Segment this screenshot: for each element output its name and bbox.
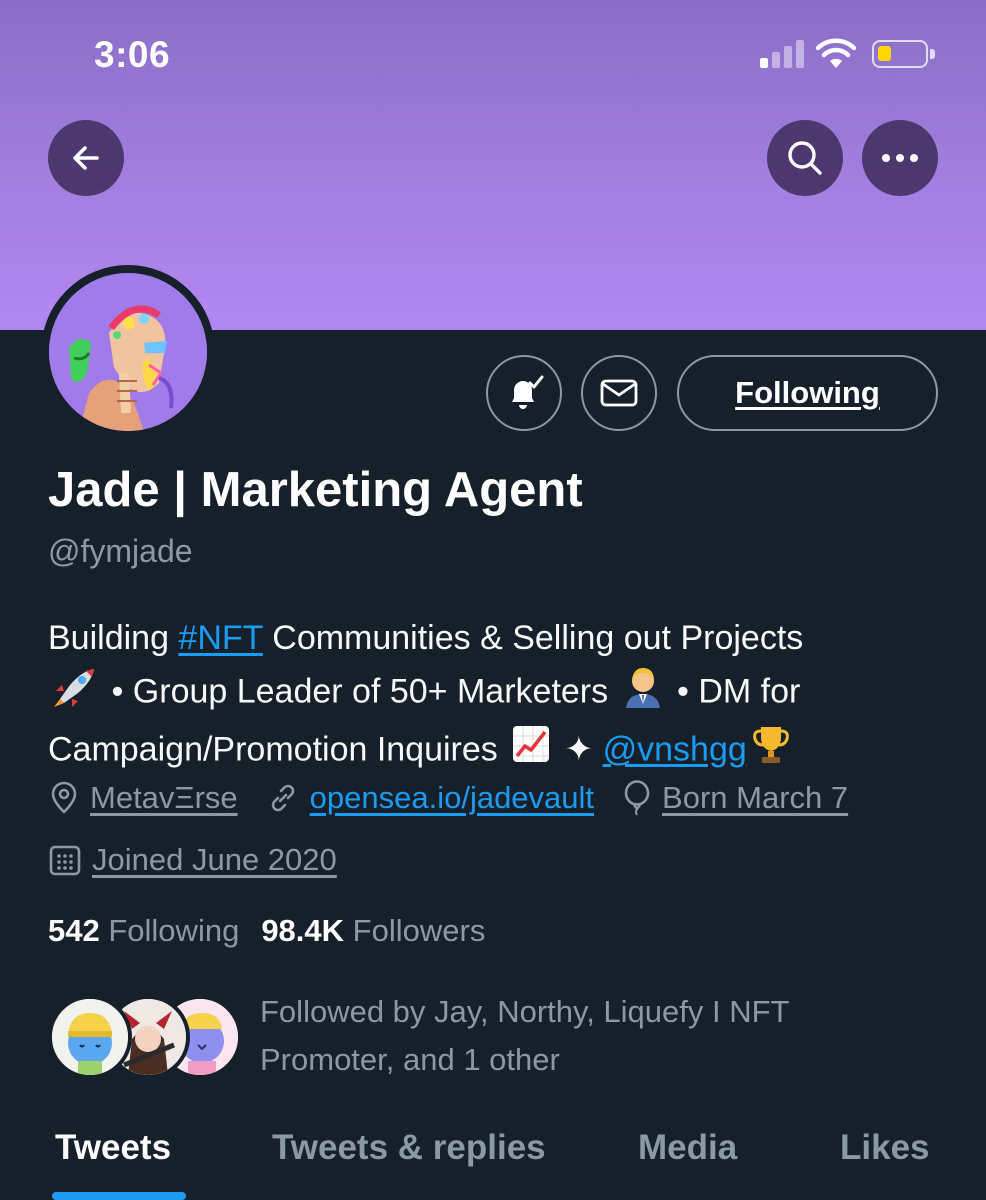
following-count-link[interactable]: 542 Following — [48, 913, 239, 948]
wifi-icon — [815, 38, 857, 68]
balloon-icon — [624, 780, 650, 816]
followed-by-avatars[interactable] — [48, 995, 242, 1079]
rocket-emoji-icon — [52, 665, 98, 722]
birthday-item: Born March 7 — [622, 780, 848, 816]
more-button[interactable] — [862, 120, 938, 196]
link-icon — [271, 784, 294, 812]
search-button[interactable] — [767, 120, 843, 196]
birthday-text: Born March 7 — [662, 780, 849, 815]
more-horizontal-icon — [882, 154, 918, 162]
profile-meta-row: Joined June 2020 — [48, 842, 365, 878]
follower-avatar — [48, 995, 132, 1079]
following-count: 542 — [48, 913, 100, 948]
following-button[interactable]: Following — [677, 355, 938, 431]
tab-likes[interactable]: Likes — [840, 1128, 930, 1168]
office-worker-emoji-icon — [622, 664, 664, 723]
followed-by-text[interactable]: Followed by Jay, Northy, Liquefy I NFT P… — [260, 988, 880, 1084]
cellular-signal-icon — [760, 40, 804, 68]
bio-text: Communities & Selling out Projects — [262, 619, 804, 657]
trophy-emoji-icon — [751, 723, 791, 780]
calendar-icon — [49, 845, 81, 876]
followers-count-link[interactable]: 98.4K Followers — [261, 913, 485, 948]
website-item[interactable]: opensea.io/jadevault — [266, 780, 594, 816]
bio-text: ✦ — [555, 730, 603, 769]
status-time: 3:06 — [94, 34, 171, 75]
profile-bio: Building #NFT Communities & Selling out … — [48, 612, 948, 780]
message-button[interactable] — [581, 355, 657, 431]
profile-handle: @fymjade — [48, 533, 193, 569]
bell-check-icon — [512, 375, 544, 409]
arrow-left-icon — [73, 146, 99, 170]
back-button[interactable] — [48, 120, 124, 196]
tab-media[interactable]: Media — [638, 1128, 737, 1168]
followers-label: Followers — [352, 913, 486, 948]
mail-icon — [600, 379, 638, 407]
tab-tweets[interactable]: Tweets — [55, 1128, 171, 1168]
avatar-image — [49, 273, 207, 431]
joined-text: Joined June 2020 — [92, 842, 337, 877]
location-pin-icon — [51, 781, 77, 814]
profile-tabs: Tweets Tweets & replies Media Likes — [0, 1120, 986, 1200]
following-label: Following — [108, 913, 240, 948]
notifications-button[interactable] — [486, 355, 562, 431]
chart-increasing-emoji-icon — [511, 724, 551, 779]
location-item: MetavΞrse — [48, 780, 238, 816]
search-icon — [788, 141, 822, 175]
location-text: MetavΞrse — [90, 780, 238, 815]
joined-item: Joined June 2020 — [48, 842, 337, 878]
mention-link[interactable]: @vnshgg — [603, 730, 747, 768]
followers-count: 98.4K — [261, 913, 345, 948]
hashtag-link[interactable]: #NFT — [178, 619, 262, 657]
follow-counts: 542 Following 98.4K Followers — [48, 913, 485, 949]
status-bar: 3:06 — [0, 0, 986, 110]
bio-text: • Group Leader of 50+ Marketers — [102, 672, 618, 711]
battery-icon — [872, 40, 936, 68]
active-tab-indicator — [52, 1192, 186, 1200]
bio-text: Building — [48, 619, 179, 657]
profile-meta-row: MetavΞrse opensea.io/jadevault Born Marc… — [48, 780, 876, 816]
display-name: Jade | Marketing Agent — [48, 463, 583, 517]
website-link[interactable]: opensea.io/jadevault — [310, 780, 594, 816]
profile-avatar[interactable] — [41, 265, 215, 439]
tab-tweets-and-replies[interactable]: Tweets & replies — [272, 1128, 546, 1168]
